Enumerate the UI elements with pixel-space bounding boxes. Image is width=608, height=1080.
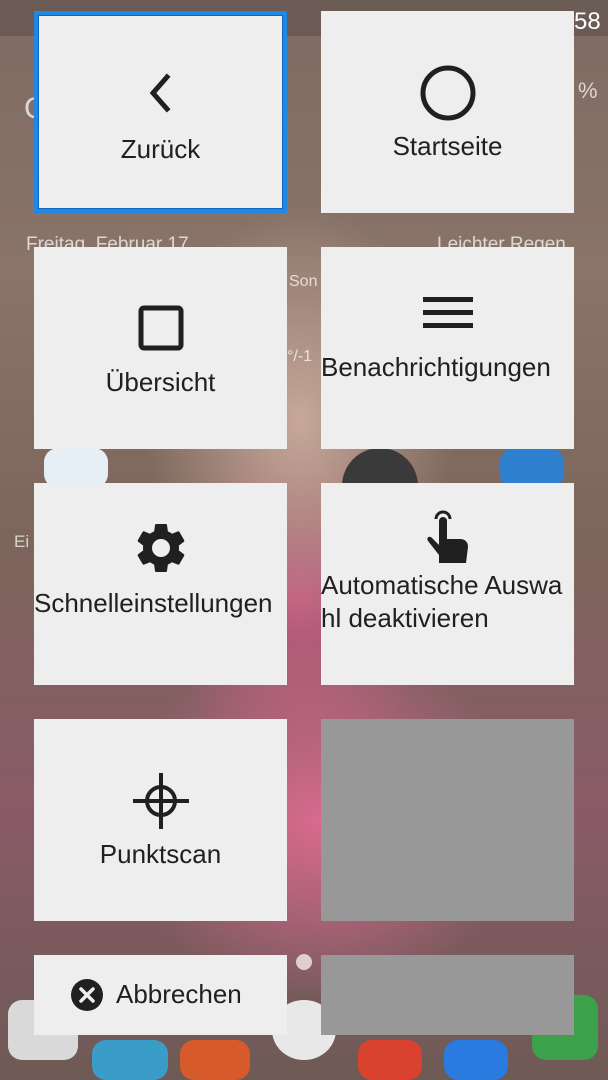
circle-icon (420, 65, 475, 121)
point-scan-button[interactable]: Punktscan (34, 719, 287, 921)
cancel-button[interactable]: Abbrechen (34, 955, 287, 1035)
quick-settings-button[interactable]: Schnelleinstellungen (34, 483, 287, 685)
dock-app-4-icon (358, 1040, 422, 1080)
cancel-label: Abbrechen (116, 979, 242, 1009)
empty-tile (321, 719, 574, 921)
point-scan-label: Punktscan (99, 839, 222, 869)
overview-button[interactable]: Übersicht (34, 247, 287, 449)
back-label: Zurück (120, 134, 201, 164)
left-label-partial: Ei (14, 532, 30, 551)
touch-hand-icon (426, 510, 468, 563)
empty-bottom-tile (321, 955, 574, 1035)
overview-label: Übersicht (105, 367, 216, 397)
disable-auto-select-label: Automatische Auswahl deaktivieren (321, 570, 563, 633)
quick-settings-label: Schnelleinstellungen (34, 588, 273, 618)
sonne-text: Son (289, 273, 318, 290)
home-button[interactable]: Startseite (321, 11, 574, 213)
status-time: 58 (574, 8, 601, 35)
notifications-button[interactable]: Benachrichtigungen (321, 247, 574, 449)
dock-app-5-icon (444, 1040, 508, 1080)
dock-app-3-icon (180, 1040, 250, 1080)
crosshair-icon (132, 773, 189, 829)
notifications-label: Benachrichtigungen (321, 352, 551, 382)
home-label: Startseite (392, 131, 503, 161)
page-indicator (296, 954, 312, 970)
close-circle-icon (71, 979, 103, 1011)
gear-icon (137, 523, 184, 572)
menu-lines-icon (422, 297, 473, 328)
disable-auto-select-button[interactable]: Automatische Auswahl deaktivieren (321, 483, 574, 685)
square-icon (138, 305, 183, 351)
battery-percent: % (578, 78, 598, 103)
gallery-app-icon (500, 448, 564, 488)
chevron-left-icon (149, 73, 171, 113)
dock-app-2-icon (92, 1040, 168, 1080)
temperature-text: °/-1 (287, 348, 313, 365)
voice-app-icon (44, 448, 108, 488)
back-button[interactable]: Zurück (34, 11, 287, 213)
